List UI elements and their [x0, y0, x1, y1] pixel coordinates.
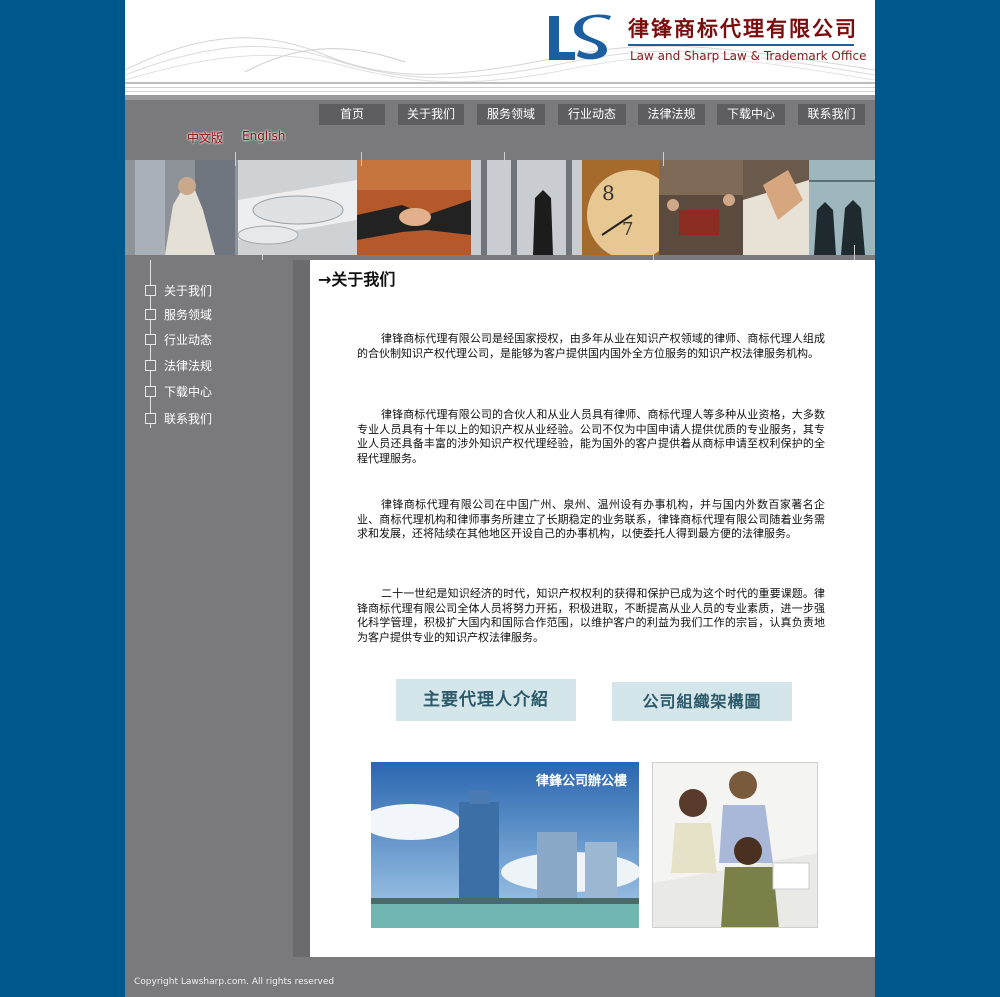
banner-photo-strip: 8 7 [125, 152, 875, 261]
nav-contact[interactable]: 联系我们 [798, 104, 865, 125]
checkbox-square-icon [145, 309, 156, 320]
checkbox-square-icon [145, 360, 156, 371]
page-title: →关于我们 [318, 270, 396, 289]
sidebar-item-label: 关于我们 [164, 284, 213, 298]
banner-signing-photo [743, 160, 809, 255]
banner-clock-photo: 8 7 [582, 160, 659, 255]
banner-handshake-photo [357, 160, 471, 255]
sidebar-shadow-strip [293, 260, 310, 957]
lang-chinese-link[interactable]: 中文版 [187, 129, 223, 146]
sidebar-item-label: 下载中心 [164, 385, 213, 399]
sidebar-item-label: 联系我们 [164, 412, 213, 426]
banner-tick [653, 245, 654, 261]
lang-english-link[interactable]: English [242, 129, 285, 143]
sidebar-item-label: 服务领域 [164, 308, 213, 322]
header: 律锋商标代理有限公司 Law and Sharp Law & Trademark… [125, 0, 875, 100]
banner-tick [663, 152, 664, 166]
banner-tick [361, 152, 362, 166]
content-paragraph: 律锋商标代理有限公司是经国家授权，由多年从业在知识产权领域的律师、商标代理人组成… [357, 332, 825, 360]
banner-blueprints-photo [238, 160, 357, 255]
team-meeting-image [653, 763, 817, 927]
banner-tick [262, 245, 263, 261]
nav-news[interactable]: 行业动态 [558, 104, 626, 125]
team-photo [652, 762, 818, 928]
office-building-photo: 律鋒公司辦公樓 [371, 762, 639, 928]
banner-doorway-photo [471, 160, 582, 255]
content-paragraph: 二十一世纪是知识经济的时代，知识产权权利的获得和保护已成为这个时代的重要课题。律… [357, 587, 825, 644]
logo-ls-icon [549, 14, 611, 60]
sidebar-item-label: 法律法规 [164, 359, 213, 373]
company-name-en: Law and Sharp Law & Trademark Office [630, 49, 867, 63]
nav-downloads[interactable]: 下载中心 [717, 104, 785, 125]
main-content: →关于我们 律锋商标代理有限公司是经国家授权，由多年从业在知识产权领域的律师、商… [310, 260, 875, 957]
nav-bar: 首页 关于我们 服务领域 行业动态 法律法规 下载中心 联系我们 中文版 Eng… [125, 100, 875, 160]
sidebar-item-label: 行业动态 [164, 333, 213, 347]
checkbox-square-icon [145, 386, 156, 397]
page-container: 律锋商标代理有限公司 Law and Sharp Law & Trademark… [125, 0, 875, 997]
svg-text:7: 7 [622, 219, 633, 240]
banner-tick [854, 245, 855, 261]
banner-tick [504, 152, 505, 166]
checkbox-square-icon [145, 413, 156, 424]
content-paragraph: 律锋商标代理有限公司在中国广州、泉州、温州设有办事机构，并与国内外数百家著名企业… [357, 498, 825, 541]
checkbox-square-icon [145, 285, 156, 296]
nav-laws[interactable]: 法律法规 [638, 104, 705, 125]
banner-silhouettes-photo [809, 160, 875, 255]
banner-businessman-photo [125, 160, 238, 255]
banner-tick [235, 152, 236, 166]
logo-divider [628, 44, 854, 46]
nav-services[interactable]: 服务领域 [477, 104, 545, 125]
svg-text:8: 8 [602, 181, 615, 205]
nav-home[interactable]: 首页 [319, 104, 385, 125]
org-chart-button[interactable]: 公司組織架構圖 [612, 682, 792, 721]
sidebar: 关于我们 服务领域 行业动态 法律法规 下载中心 联系我们 [125, 260, 293, 957]
copyright-text: Copyright Lawsharp.com. All rights reser… [134, 977, 335, 987]
main-agents-button[interactable]: 主要代理人介紹 [396, 679, 576, 721]
banner-office-meeting-photo [659, 160, 743, 255]
building-photo-caption: 律鋒公司辦公樓 [535, 774, 627, 789]
company-name-cn: 律锋商标代理有限公司 [628, 16, 858, 41]
checkbox-square-icon [145, 334, 156, 345]
content-paragraph: 律锋商标代理有限公司的合伙人和从业人员具有律师、商标代理人等多种从业资格，大多数… [357, 408, 825, 465]
nav-about[interactable]: 关于我们 [398, 104, 464, 125]
footer: Copyright Lawsharp.com. All rights reser… [125, 957, 875, 997]
